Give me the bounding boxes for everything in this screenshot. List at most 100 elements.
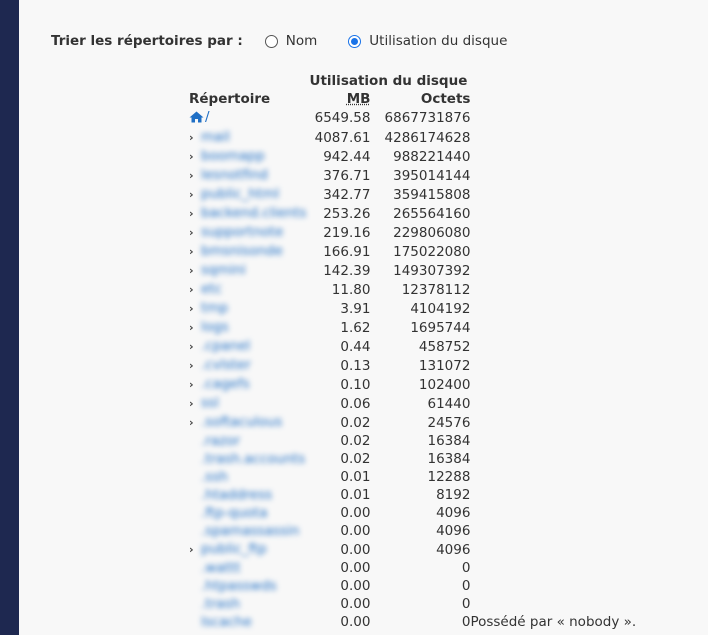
octets-value: 229806080 (393, 224, 471, 241)
octets-value: 8192 (436, 487, 471, 503)
chevron-right-icon[interactable]: › (189, 357, 201, 375)
sort-label: Trier les répertoires par : (51, 33, 243, 49)
sort-by-usage-radio[interactable] (348, 34, 362, 48)
table-row: › supportnote 219.16 229806080 (189, 223, 636, 242)
directory-link[interactable]: supportnote (201, 224, 283, 240)
mb-value: 0.10 (340, 376, 371, 393)
table-row: › boomapp 942.44 988221440 (189, 147, 636, 166)
chevron-right-icon[interactable]: › (189, 281, 201, 299)
octets-value: 458752 (418, 338, 471, 355)
octets-value: 149307392 (393, 262, 471, 279)
directory-link[interactable]: public_ftp (201, 541, 267, 557)
chevron-right-icon[interactable]: › (189, 338, 201, 356)
chevron-right-icon[interactable]: › (189, 243, 201, 261)
directory-link[interactable]: .razor (201, 433, 240, 449)
table-row: › logs 1.62 1695744 (189, 318, 636, 337)
sort-by-name-option[interactable]: Nom (264, 33, 317, 49)
octets-value: 265564160 (393, 205, 471, 222)
chevron-right-icon[interactable]: › (189, 414, 201, 432)
chevron-right-icon[interactable]: › (189, 300, 201, 318)
table-row-root: / 6549.58 6867731876 (189, 108, 636, 128)
directory-link[interactable]: sqmini (201, 262, 246, 278)
directory-link[interactable]: backend.clients (201, 205, 306, 221)
mb-value: 0.00 (340, 541, 371, 558)
mb-value: 0.00 (340, 560, 371, 576)
directory-link[interactable]: ssl (201, 395, 219, 411)
chevron-right-icon[interactable]: › (189, 395, 201, 413)
directory-link[interactable]: .htaddress (201, 487, 272, 503)
chevron-right-icon[interactable]: › (189, 186, 201, 204)
octets-value: 0 (461, 614, 471, 630)
chevron-right-icon[interactable]: › (189, 167, 201, 185)
directory-link[interactable]: .cvlster (201, 357, 251, 373)
table-row: › .cagefs 0.10 102400 (189, 375, 636, 394)
octets-value: 16384 (427, 451, 471, 467)
octets-value: 12288 (427, 469, 471, 485)
directory-link[interactable]: .ssh (201, 469, 228, 485)
octets-value: 24576 (427, 414, 471, 431)
owner-note: Possédé par « nobody ». (470, 614, 637, 630)
mb-value: 11.80 (331, 281, 371, 298)
mb-value: 0.00 (340, 596, 371, 612)
chevron-right-icon[interactable]: › (189, 262, 201, 280)
octets-value: 1695744 (410, 319, 471, 336)
chevron-right-icon[interactable]: › (189, 224, 201, 242)
chevron-right-icon[interactable]: › (189, 205, 201, 223)
chevron-right-icon[interactable]: › (189, 541, 201, 559)
chevron-right-icon[interactable]: › (189, 148, 201, 166)
directory-link[interactable]: etc (201, 281, 222, 297)
root-mb-value: 6549.58 (314, 110, 371, 126)
table-row: › sqmini 142.39 149307392 (189, 261, 636, 280)
mb-value: 0.00 (340, 578, 371, 594)
mb-value: 3.91 (340, 300, 371, 317)
table-row: › .cpanel 0.44 458752 (189, 337, 636, 356)
directory-link[interactable]: .spamassassin (201, 523, 299, 539)
directory-link[interactable]: logs (201, 319, 229, 335)
home-icon[interactable] (189, 110, 204, 128)
directory-link[interactable]: bmsnisonde (201, 243, 283, 259)
chevron-right-icon[interactable]: › (189, 319, 201, 337)
directory-link[interactable]: lesnotfind (201, 167, 268, 183)
directory-link[interactable]: mail (201, 129, 230, 145)
disk-usage-table: Répertoire Utilisation du disque MB Octe… (189, 72, 636, 631)
directory-link[interactable]: lscache (201, 614, 252, 630)
directory-link[interactable]: tmp (201, 300, 228, 316)
table-row: › bmsnisonde 166.91 175022080 (189, 242, 636, 261)
table-row: .htpasswds 0.00 0 (189, 577, 636, 595)
directory-link[interactable]: .cpanel (201, 338, 250, 354)
octets-value: 988221440 (393, 148, 471, 165)
mb-value: 0.02 (340, 433, 371, 449)
table-row: .wattt 0.00 0 (189, 559, 636, 577)
root-directory-link[interactable]: / (205, 109, 210, 125)
directory-link[interactable]: .softaculous (201, 414, 282, 430)
mb-value: 4087.61 (314, 129, 371, 146)
directory-link[interactable]: .trash.accounts (201, 451, 305, 467)
chevron-right-icon[interactable]: › (189, 376, 201, 394)
mb-value: 219.16 (323, 224, 371, 241)
left-sidebar-strip (0, 0, 19, 635)
table-row: › etc 11.80 12378112 (189, 280, 636, 299)
table-row: .trash 0.00 0 (189, 595, 636, 613)
octets-value: 4286174628 (384, 129, 471, 146)
octets-value: 131072 (418, 357, 471, 374)
mb-value: 0.00 (340, 614, 371, 630)
chevron-right-icon[interactable]: › (189, 129, 201, 147)
table-row: › public_html 342.77 359415808 (189, 185, 636, 204)
directory-link[interactable]: public_html (201, 186, 279, 202)
mb-value: 0.06 (340, 395, 371, 412)
octets-value: 175022080 (393, 243, 471, 260)
octets-value: 0 (461, 560, 471, 576)
octets-value: 0 (461, 596, 471, 612)
directory-link[interactable]: .htpasswds (201, 578, 277, 594)
sort-by-name-radio[interactable] (264, 34, 278, 48)
table-row: .razor 0.02 16384 (189, 432, 636, 450)
directory-link[interactable]: boomapp (201, 148, 265, 164)
directory-link[interactable]: .ftp-quota (201, 505, 268, 521)
sort-by-usage-option[interactable]: Utilisation du disque (348, 33, 507, 49)
mb-column-header: MB (346, 91, 371, 107)
mb-value: 342.77 (323, 186, 371, 203)
directory-link[interactable]: .trash (201, 596, 240, 612)
directory-column-header: Répertoire (189, 91, 271, 107)
directory-link[interactable]: .wattt (201, 560, 241, 576)
directory-link[interactable]: .cagefs (201, 376, 250, 392)
